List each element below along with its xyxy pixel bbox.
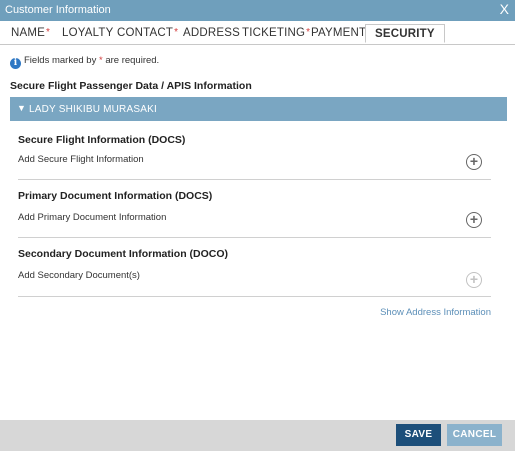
add-secure-flight-link[interactable]: Add Secure Flight Information (18, 154, 144, 165)
tab-label: ADDRESS (183, 27, 240, 39)
tab-name[interactable]: NAME* (11, 27, 50, 39)
info-icon: i (10, 58, 21, 69)
section-title: Secure Flight Passenger Data / APIS Info… (10, 80, 252, 92)
window-title: Customer Information (5, 4, 111, 16)
add-secondary-document-plus-icon: + (466, 272, 482, 288)
add-secondary-document-link[interactable]: Add Secondary Document(s) (18, 270, 140, 281)
tab-label: TICKETING (242, 27, 306, 39)
tab-bar: NAME* LOYALTY CONTACT* ADDRESS TICKETING… (0, 24, 515, 45)
secondary-document-title: Secondary Document Information (DOCO) (18, 248, 229, 260)
tab-label: SECURITY (375, 28, 435, 40)
tab-label: LOYALTY (62, 27, 114, 39)
save-button[interactable]: SAVE (396, 424, 441, 446)
collapse-triangle-icon[interactable]: ▼ (17, 103, 26, 113)
tab-security[interactable]: SECURITY (365, 24, 445, 43)
divider (18, 179, 491, 180)
cancel-button[interactable]: CANCEL (447, 424, 502, 446)
primary-document-title: Primary Document Information (DOCS) (18, 190, 213, 202)
tab-label: NAME (11, 27, 46, 39)
tab-address[interactable]: ADDRESS (183, 27, 240, 39)
secure-flight-title: Secure Flight Information (DOCS) (18, 134, 186, 146)
tab-contact[interactable]: CONTACT* (117, 27, 178, 39)
add-secure-flight-plus-icon[interactable]: + (466, 154, 482, 170)
required-marker: * (306, 27, 311, 38)
tab-ticketing[interactable]: TICKETING* (242, 27, 310, 39)
tab-label: PAYMENT (311, 27, 367, 39)
tab-label: CONTACT (117, 27, 174, 39)
tab-loyalty[interactable]: LOYALTY (62, 27, 113, 39)
footer-bar: SAVE CANCEL (0, 420, 515, 451)
window-title-bar: Customer Information X (0, 0, 515, 21)
required-marker: * (174, 27, 179, 38)
show-address-link[interactable]: Show Address Information (380, 307, 491, 318)
required-marker: * (46, 27, 51, 38)
note-prefix: Fields marked by (24, 55, 99, 66)
close-icon[interactable]: X (500, 1, 509, 17)
tab-payment[interactable]: PAYMENT (311, 27, 366, 39)
passenger-header[interactable]: ▼ LADY SHIKIBU MURASAKI (10, 97, 507, 121)
note-suffix: are required. (102, 55, 160, 66)
required-fields-note: i Fields marked by * are required. (10, 55, 159, 69)
add-primary-document-plus-icon[interactable]: + (466, 212, 482, 228)
passenger-name: LADY SHIKIBU MURASAKI (29, 104, 157, 115)
add-primary-document-link[interactable]: Add Primary Document Information (18, 212, 166, 223)
divider (18, 296, 491, 297)
divider (18, 237, 491, 238)
